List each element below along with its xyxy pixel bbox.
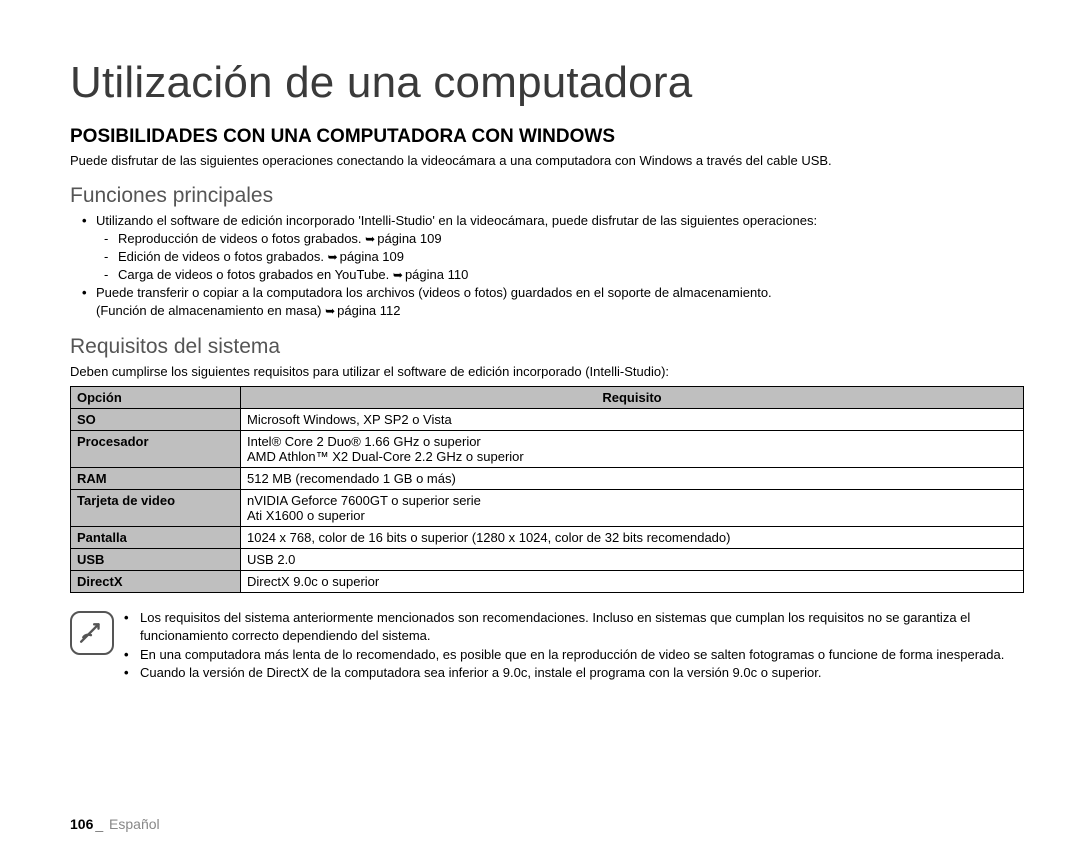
section-heading-possibilities: POSIBILIDADES CON UNA COMPUTADORA CON WI… xyxy=(70,126,1024,148)
table-cell-value: DirectX 9.0c o superior xyxy=(241,571,1024,593)
subsection-heading-functions: Funciones principales xyxy=(70,184,1024,208)
functions-list: Utilizando el software de edición incorp… xyxy=(70,212,1024,321)
document-page: Utilización de una computadora POSIBILID… xyxy=(0,0,1080,866)
page-number: 106 xyxy=(70,816,93,832)
table-cell-value: Microsoft Windows, XP SP2 o Vista xyxy=(241,409,1024,431)
page-title: Utilización de una computadora xyxy=(70,58,1024,108)
table-cell-label: SO xyxy=(71,409,241,431)
list-item: En una computadora más lenta de lo recom… xyxy=(124,646,1024,664)
notes-block: Los requisitos del sistema anteriormente… xyxy=(70,609,1024,682)
list-item: Puede transferir o copiar a la computado… xyxy=(82,284,1024,302)
page-ref-arrow-icon xyxy=(328,249,340,264)
note-icon xyxy=(70,611,114,655)
table-cell-label: Pantalla xyxy=(71,527,241,549)
table-cell-label: DirectX xyxy=(71,571,241,593)
table-row: RAM 512 MB (recomendado 1 GB o más) xyxy=(71,468,1024,490)
table-row: DirectX DirectX 9.0c o superior xyxy=(71,571,1024,593)
page-footer: 106_ Español xyxy=(70,816,160,832)
footer-separator: _ xyxy=(93,816,105,832)
table-cell-value: 1024 x 768, color de 16 bits o superior … xyxy=(241,527,1024,549)
list-item: Carga de videos o fotos grabados en YouT… xyxy=(104,266,1024,284)
notes-list: Los requisitos del sistema anteriormente… xyxy=(124,609,1024,682)
table-cell-label: RAM xyxy=(71,468,241,490)
list-item: Los requisitos del sistema anteriormente… xyxy=(124,609,1024,645)
table-cell-value: Intel® Core 2 Duo® 1.66 GHz o superior A… xyxy=(241,431,1024,468)
page-ref-arrow-icon xyxy=(393,267,405,282)
table-cell-label: Procesador xyxy=(71,431,241,468)
page-ref-arrow-icon xyxy=(325,303,337,318)
list-item: Edición de videos o fotos grabados. pági… xyxy=(104,248,1024,266)
list-item: Utilizando el software de edición incorp… xyxy=(82,212,1024,285)
table-cell-label: USB xyxy=(71,549,241,571)
table-row: USB USB 2.0 xyxy=(71,549,1024,571)
table-header-cell: Requisito xyxy=(241,387,1024,409)
table-row: Procesador Intel® Core 2 Duo® 1.66 GHz o… xyxy=(71,431,1024,468)
list-item: Cuando la versión de DirectX de la compu… xyxy=(124,664,1024,682)
table-row: Tarjeta de video nVIDIA Geforce 7600GT o… xyxy=(71,490,1024,527)
table-cell-value: nVIDIA Geforce 7600GT o superior serie A… xyxy=(241,490,1024,527)
table-cell-label: Tarjeta de video xyxy=(71,490,241,527)
table-row: SO Microsoft Windows, XP SP2 o Vista xyxy=(71,409,1024,431)
table-cell-value: 512 MB (recomendado 1 GB o más) xyxy=(241,468,1024,490)
requirements-table: Opción Requisito SO Microsoft Windows, X… xyxy=(70,386,1024,593)
table-row: Pantalla 1024 x 768, color de 16 bits o … xyxy=(71,527,1024,549)
subsection-heading-requirements: Requisitos del sistema xyxy=(70,335,1024,359)
footer-language: Español xyxy=(109,816,160,832)
requirements-description: Deben cumplirse los siguientes requisito… xyxy=(70,363,1024,381)
list-item: Reproducción de videos o fotos grabados.… xyxy=(104,230,1024,248)
table-header-cell: Opción xyxy=(71,387,241,409)
intro-text: Puede disfrutar de las siguientes operac… xyxy=(70,152,1024,170)
table-cell-value: USB 2.0 xyxy=(241,549,1024,571)
table-header-row: Opción Requisito xyxy=(71,387,1024,409)
page-ref-arrow-icon xyxy=(365,231,377,246)
